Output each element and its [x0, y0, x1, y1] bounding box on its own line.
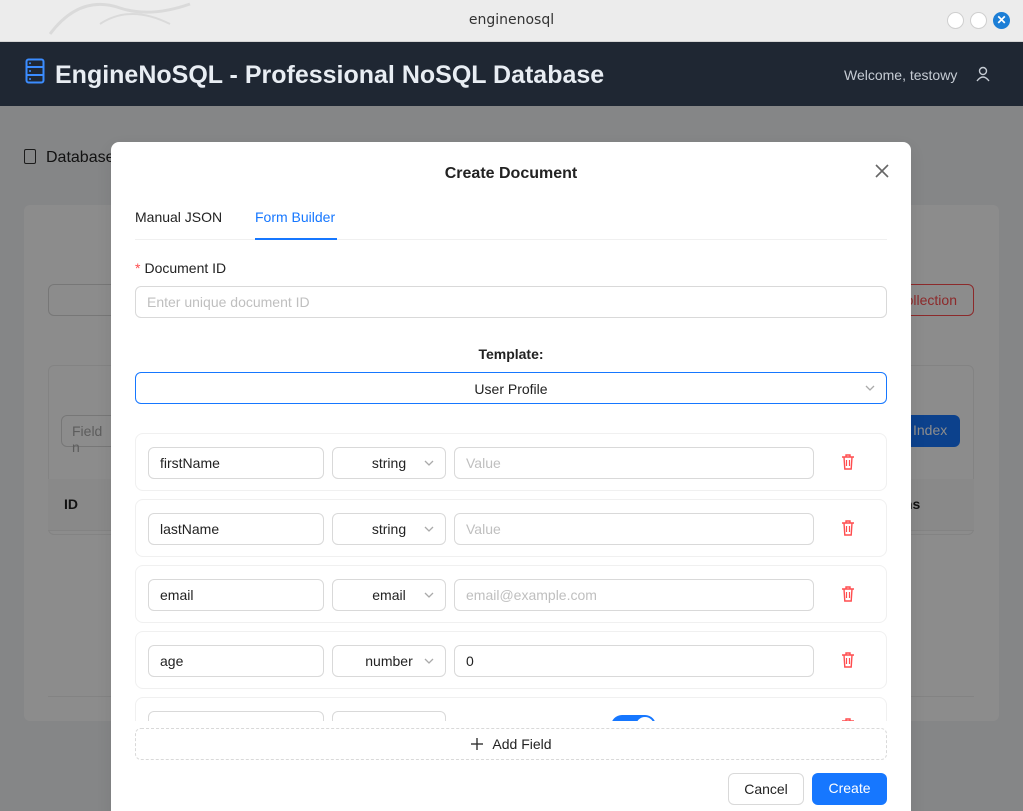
add-field-label: Add Field [492, 736, 552, 752]
document-id-input[interactable] [135, 286, 887, 318]
create-document-modal: Create Document Manual JSON Form Builder… [111, 142, 911, 811]
template-label: Template: [478, 346, 544, 362]
field-type-value: email [372, 587, 406, 603]
user-icon[interactable] [976, 66, 990, 82]
field-type-select[interactable]: boolean [332, 711, 446, 721]
add-field-button[interactable]: Add Field [135, 728, 887, 760]
app-header: EngineNoSQL - Professional NoSQL Databas… [0, 42, 1023, 106]
field-row: lastName string [135, 499, 887, 557]
modal-title: Create Document [444, 165, 578, 182]
tab-bar: Manual JSON Form Builder [135, 202, 887, 240]
field-value-input[interactable] [454, 645, 814, 677]
field-row: firstName string [135, 433, 887, 491]
close-icon[interactable] [873, 162, 891, 180]
welcome-text: Welcome, testowy [844, 67, 958, 83]
delete-icon[interactable] [840, 519, 856, 537]
delete-icon[interactable] [840, 717, 856, 721]
cancel-button[interactable]: Cancel [728, 773, 804, 805]
field-type-select[interactable]: string [332, 513, 446, 545]
field-type-value: boolean [364, 719, 414, 721]
field-value-input[interactable] [454, 447, 814, 479]
maximize-icon[interactable] [970, 12, 987, 29]
field-type-select[interactable]: string [332, 447, 446, 479]
field-value-input[interactable] [454, 513, 814, 545]
delete-icon[interactable] [840, 453, 856, 471]
field-type-value: string [371, 521, 407, 537]
close-icon: ✕ [996, 13, 1007, 27]
tab-form-builder[interactable]: Form Builder [255, 209, 335, 225]
chevron-down-icon [424, 460, 434, 466]
app-title: EngineNoSQL - Professional NoSQL Databas… [55, 61, 605, 89]
document-id-label-text: Document ID [144, 260, 227, 276]
delete-icon[interactable] [840, 585, 856, 603]
window-titlebar: enginenosql ✕ [0, 0, 1023, 42]
chevron-down-icon [865, 385, 875, 391]
required-mark: * [135, 260, 141, 276]
field-type-select[interactable]: email [332, 579, 446, 611]
create-button[interactable]: Create [812, 773, 887, 805]
field-value-input[interactable] [454, 579, 814, 611]
field-row: email email [135, 565, 887, 623]
template-select[interactable]: User Profile [135, 372, 887, 404]
template-selected-value: User Profile [474, 381, 548, 397]
delete-icon[interactable] [840, 651, 856, 669]
field-type-value: string [371, 455, 407, 471]
tab-manual-json[interactable]: Manual JSON [135, 209, 222, 225]
chevron-down-icon [424, 526, 434, 532]
field-row: isActive boolean [135, 697, 887, 721]
field-type-select[interactable]: number [332, 645, 446, 677]
toggle-knob [636, 717, 654, 721]
field-name-input[interactable]: email [148, 579, 324, 611]
field-type-value: number [365, 653, 413, 669]
database-icon [25, 58, 45, 84]
field-name-input[interactable]: firstName [148, 447, 324, 479]
field-name-input[interactable]: lastName [148, 513, 324, 545]
active-tab-indicator [255, 238, 337, 240]
field-list: firstName string lastName string email e… [135, 419, 887, 721]
chevron-down-icon [424, 658, 434, 664]
window-close-button[interactable]: ✕ [993, 12, 1010, 29]
chevron-down-icon [424, 592, 434, 598]
field-name-input[interactable]: age [148, 645, 324, 677]
minimize-icon[interactable] [947, 12, 964, 29]
boolean-toggle[interactable] [611, 715, 656, 721]
field-name-input[interactable]: isActive [148, 711, 324, 721]
field-row: age number [135, 631, 887, 689]
window-title: enginenosql [468, 12, 555, 28]
document-id-label: * Document ID [135, 260, 226, 276]
plus-icon [471, 738, 484, 750]
